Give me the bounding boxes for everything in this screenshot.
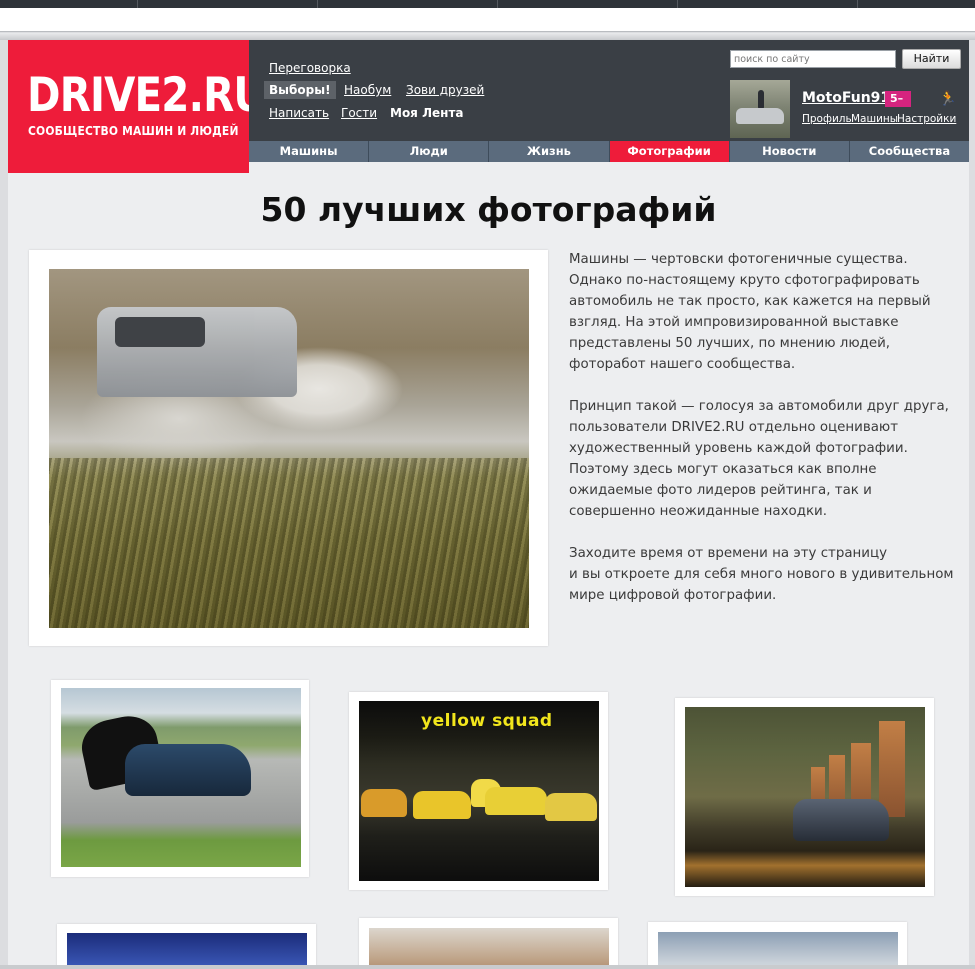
browser-toolbar	[0, 8, 975, 32]
intro-text: Машины — чертовски фотогеничные существа…	[569, 249, 961, 627]
site-header: Переговорка Выборы! Наобум Зови друзей Н…	[249, 40, 969, 141]
profile-link[interactable]: Профиль	[802, 113, 852, 125]
browser-separator	[0, 33, 975, 40]
featured-photo[interactable]	[49, 269, 529, 628]
logo-slogan: СООБЩЕСТВО МАШИН И ЛЮДЕЙ	[28, 123, 239, 138]
tab-divider	[497, 0, 498, 8]
photo-thumb[interactable]	[685, 707, 925, 887]
running-man-icon[interactable]: 🏃	[939, 91, 956, 107]
tab-divider	[677, 0, 678, 8]
browser-bottom-edge	[0, 965, 975, 969]
nav-link-write[interactable]: Написать	[269, 106, 329, 120]
avatar-person	[758, 90, 764, 110]
photo-suv	[97, 307, 297, 397]
browser-tab-strip	[0, 0, 975, 8]
photo-tower	[879, 721, 905, 817]
rating-badge: 5–	[885, 91, 911, 107]
intro-paragraph: Принцип такой — голосуя за автомобили др…	[569, 399, 949, 519]
photo-car	[545, 793, 597, 821]
main-tabs: Машины Люди Жизнь Фотографии Новости Соо…	[249, 141, 969, 162]
tab-divider	[317, 0, 318, 8]
settings-link[interactable]: Настройки	[897, 113, 956, 125]
photo-car	[413, 791, 471, 819]
tab-divider	[137, 0, 138, 8]
featured-photo-frame[interactable]	[29, 250, 548, 646]
photo-race-car	[125, 744, 251, 796]
tab-people[interactable]: Люди	[368, 141, 488, 162]
photo-car	[361, 789, 407, 817]
tab-life[interactable]: Жизнь	[488, 141, 608, 162]
search-button[interactable]: Найти	[902, 49, 961, 69]
tab-news[interactable]: Новости	[728, 141, 849, 162]
photo-car	[485, 787, 547, 815]
page-title: 50 лучших фотографий	[260, 190, 717, 229]
nav-link-guests[interactable]: Гости	[341, 106, 377, 120]
photo-thumb[interactable]	[67, 933, 307, 965]
tab-cars[interactable]: Машины	[249, 141, 368, 162]
nav-link-elections[interactable]: Выборы!	[264, 81, 336, 99]
photo-thumb-frame[interactable]	[648, 922, 907, 965]
intro-paragraph: Машины — чертовски фотогеничные существа…	[569, 252, 931, 372]
photo-thumb[interactable]	[369, 928, 609, 965]
photo-suv	[793, 799, 889, 841]
intro-paragraph: Заходите время от времени на эту страниц…	[569, 546, 954, 603]
photo-thumb[interactable]: yellow squad	[359, 701, 599, 881]
nav-link-invite-friends[interactable]: Зови друзей	[406, 83, 484, 97]
photo-thumb-frame[interactable]	[359, 918, 618, 965]
photo-thumb[interactable]	[61, 688, 301, 867]
tab-photos[interactable]: Фотографии	[608, 141, 729, 162]
photo-thumb[interactable]	[658, 932, 898, 965]
tab-communities[interactable]: Сообщества	[848, 141, 969, 162]
site-logo[interactable]: DRIVE2.RU СООБЩЕСТВО МАШИН И ЛЮДЕЙ	[8, 40, 266, 173]
photo-thumb-frame[interactable]	[675, 698, 934, 896]
tab-divider	[857, 0, 858, 8]
photo-grass	[49, 458, 529, 628]
cars-link[interactable]: Машины	[851, 113, 898, 125]
avatar[interactable]	[730, 80, 790, 138]
search-input[interactable]	[730, 50, 896, 68]
logo-brand: DRIVE2.RU	[27, 68, 266, 123]
username-link[interactable]: MotoFun91	[802, 90, 890, 106]
nav-link-negotiations[interactable]: Переговорка	[269, 61, 351, 75]
avatar-car	[736, 108, 784, 124]
photo-thumb-frame[interactable]	[57, 924, 316, 965]
photo-garage-sign: yellow squad	[421, 711, 553, 731]
site-page: DRIVE2.RU СООБЩЕСТВО МАШИН И ЛЮДЕЙ Перег…	[8, 40, 969, 965]
photo-thumb-frame[interactable]: yellow squad	[349, 692, 608, 890]
photo-thumb-frame[interactable]	[51, 680, 309, 877]
nav-link-random[interactable]: Наобум	[344, 83, 391, 97]
nav-link-my-feed[interactable]: Моя Лента	[390, 106, 464, 120]
